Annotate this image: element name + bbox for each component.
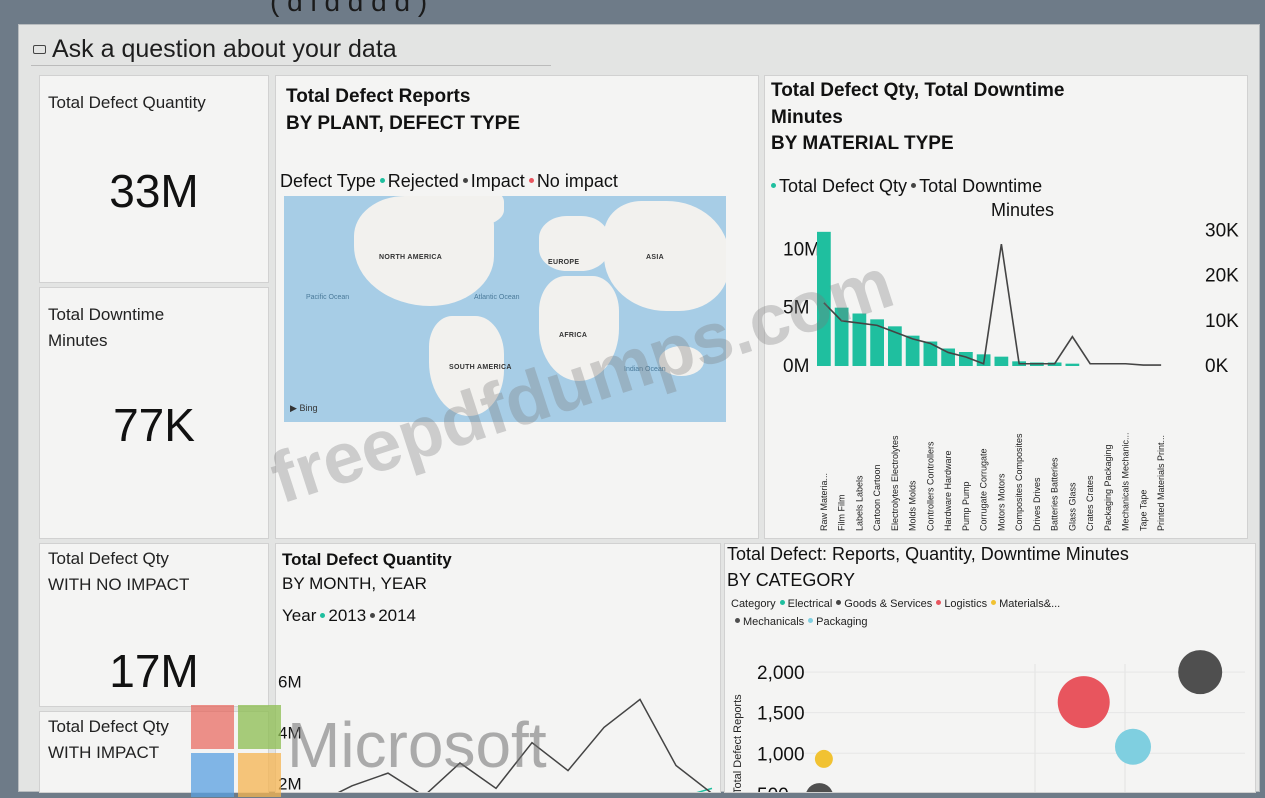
page-caption-fragment: ( d l d d d d ) <box>270 0 428 17</box>
kpi-label-line1: Total Defect Qty <box>48 717 169 736</box>
y-axis-label: Total Defect Reports <box>732 694 744 792</box>
map-label-africa: AFRICA <box>559 332 588 339</box>
kpi-label-line2: WITH NO IMPACT <box>48 574 190 594</box>
kpi-value: 17M <box>109 645 199 697</box>
x-tick-label: Pump Pump <box>961 481 971 531</box>
bar <box>852 313 867 366</box>
right-axis-tick: 30K <box>1205 221 1239 242</box>
x-tick-label: Raw Materia... <box>819 473 829 531</box>
material-chart-tile[interactable]: Total Defect Qty, Total Downtime Minutes… <box>764 75 1248 539</box>
scatter-point <box>1178 650 1223 695</box>
x-tick-label: Labels Labels <box>854 475 864 531</box>
y-axis-tick: 1,000 <box>757 744 805 765</box>
legend-dot-rejected <box>379 178 385 184</box>
x-tick-label: Batteries Batteries <box>1050 457 1060 531</box>
x-tick-label: Mechanicals Mechanic... <box>1121 432 1131 531</box>
left-axis-tick: 5M <box>783 298 809 319</box>
chat-icon <box>33 44 46 54</box>
x-tick-label: Molds Molds <box>908 480 918 531</box>
qa-input[interactable]: Ask a question about your data <box>31 33 551 66</box>
tile-title: Total Defect Reports BY PLANT, DEFECT TY… <box>286 84 520 137</box>
x-tick-label: Hardware Hardware <box>943 450 953 531</box>
scatter-point <box>1115 728 1151 765</box>
map-subtitle: BY PLANT, DEFECT TYPE <box>286 112 521 134</box>
bar <box>817 231 831 366</box>
x-tick-label: Controllers Controllers <box>925 441 935 531</box>
kpi-value: 77K <box>113 399 195 451</box>
kpi-label: Total Downtime Minutes <box>48 302 164 353</box>
map-label-south-america: SOUTH AMERICA <box>449 364 512 371</box>
x-tick-label: Cartoon Cartoon <box>872 464 882 531</box>
dashboard-frame: Ask a question about your data Total Def… <box>18 24 1260 793</box>
bing-logo: ▶ Bing <box>290 403 317 414</box>
x-tick-label: Packaging Packaging <box>1103 444 1113 531</box>
kpi-label-line2: Minutes <box>48 330 108 350</box>
bar <box>941 348 955 366</box>
left-axis-tick: 10M <box>783 239 820 260</box>
category-chart: 500 1,000 1,500 2,000 Total Defect Reports <box>732 650 1245 792</box>
y-axis-tick: 1,500 <box>757 704 805 725</box>
land-asia <box>604 201 726 311</box>
qa-placeholder: Ask a question about your data <box>52 34 397 63</box>
bar <box>1065 363 1080 366</box>
map-label-asia: ASIA <box>646 254 664 261</box>
x-tick-label: Crates Crates <box>1085 475 1095 531</box>
right-axis-tick: 10K <box>1205 311 1239 332</box>
world-map[interactable]: NORTH AMERICA EUROPE ASIA AFRICA SOUTH A… <box>284 196 726 422</box>
material-chart: 0M 5M 10M 0K 10K 20K 30K Raw Materia... Film Fil… <box>783 221 1239 532</box>
map-legend: Defect Type Rejected Impact No impact <box>280 171 618 192</box>
map-label-pacific: Pacific Ocean <box>306 294 350 301</box>
legend-title: Defect Type <box>280 171 376 191</box>
bing-icon: ▶ <box>290 403 297 413</box>
x-tick-label: Composites Composites <box>1014 433 1024 531</box>
scatter-point <box>814 749 833 768</box>
kpi-label: Total Defect Qty WITH IMPACT <box>48 714 169 765</box>
kpi-tile-defect-no-impact[interactable]: Total Defect Qty WITH NO IMPACT 17M <box>39 543 269 707</box>
kpi-value: 33M <box>109 165 199 217</box>
land-greenland <box>434 196 504 226</box>
kpi-tile-total-defect-quantity[interactable]: Total Defect Quantity 33M <box>39 75 269 283</box>
map-label-europe: EUROPE <box>548 259 580 266</box>
y-axis-tick: 6M <box>278 673 302 692</box>
legend-item-rejected: Rejected <box>387 171 459 191</box>
map-label-indian: Indian Ocean <box>624 366 666 373</box>
kpi-label-line1: Total Defect Qty <box>48 549 169 568</box>
kpi-label-line2: WITH IMPACT <box>48 742 160 762</box>
legend-item-impact: Impact <box>470 171 525 191</box>
y-axis-tick: 500 <box>757 785 789 792</box>
bar <box>994 356 1009 366</box>
left-axis-tick: 0M <box>783 356 809 377</box>
scatter-point <box>806 783 833 792</box>
map-tile[interactable]: Total Defect Reports BY PLANT, DEFECT TY… <box>275 75 759 539</box>
x-tick-label: Corrugate Corrugate <box>979 448 989 531</box>
legend-dot-no-impact <box>528 178 534 184</box>
x-tick-label: Motors Motors <box>996 473 1006 531</box>
category-chart-tile[interactable]: Total Defect: Reports, Quantity, Downtim… <box>724 543 1256 793</box>
y-axis-tick: 2,000 <box>757 663 805 684</box>
microsoft-logo-icon <box>191 705 281 798</box>
kpi-tile-total-downtime-minutes[interactable]: Total Downtime Minutes 77K <box>39 287 269 539</box>
legend-dot-impact <box>462 178 468 184</box>
x-tick-label: Drives Drives <box>1032 477 1042 531</box>
bing-text: Bing <box>299 403 318 413</box>
kpi-label: Total Defect Qty WITH NO IMPACT <box>48 546 189 597</box>
land-africa <box>539 276 619 381</box>
x-tick-label: Electrolytes Electrolytes <box>890 435 900 531</box>
kpi-label: Total Defect Quantity <box>48 93 206 112</box>
bar <box>870 319 884 366</box>
scatter-point <box>1057 676 1110 729</box>
x-tick-label: Glass Glass <box>1067 482 1077 531</box>
map-label-north-america: NORTH AMERICA <box>379 254 443 261</box>
right-axis-tick: 20K <box>1205 266 1239 287</box>
legend-item-no-impact: No impact <box>536 171 618 191</box>
map-title: Total Defect Reports <box>286 86 471 107</box>
x-tick-label: Film Film <box>837 495 847 532</box>
right-axis-tick: 0K <box>1205 356 1229 377</box>
microsoft-wordmark: Microsoft <box>287 709 547 781</box>
x-tick-label: Printed Materials Print... <box>1156 435 1166 531</box>
kpi-label-line1: Total Downtime <box>48 305 165 324</box>
series-line-2013 <box>696 787 713 792</box>
x-tick-label: Tape Tape <box>1138 490 1148 531</box>
map-label-atlantic: Atlantic Ocean <box>474 294 520 301</box>
